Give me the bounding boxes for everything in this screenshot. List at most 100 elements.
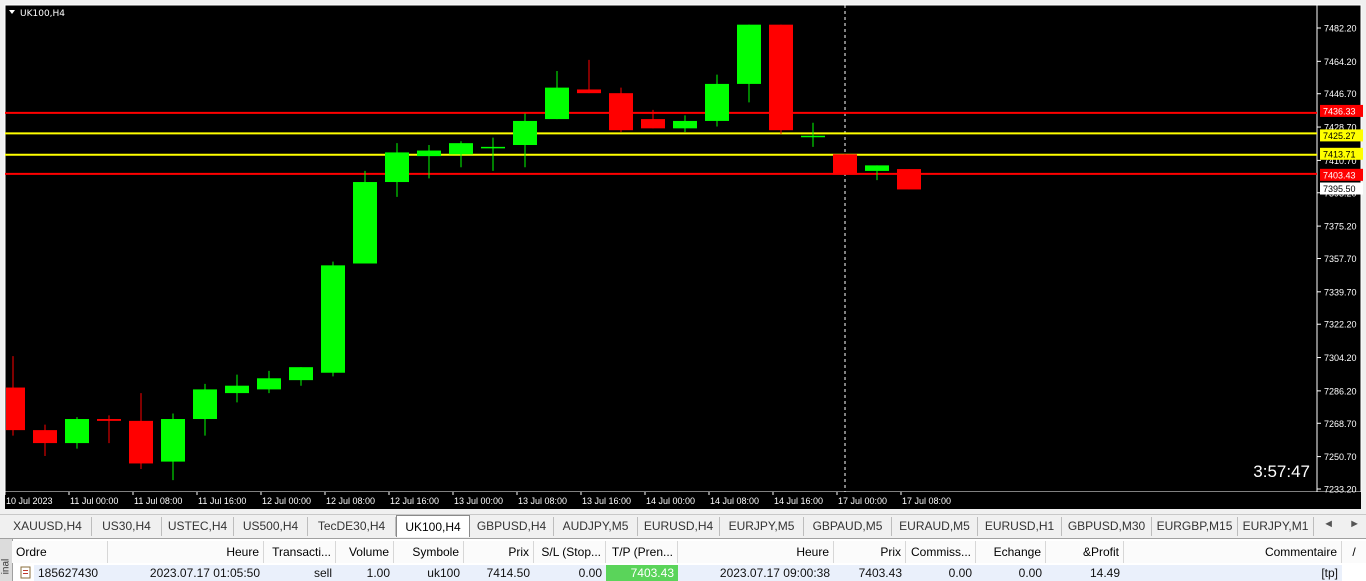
- order-document-icon: [20, 566, 31, 579]
- price-tick-label: 7233.20: [1324, 485, 1357, 495]
- column-header[interactable]: Transacti...: [264, 541, 336, 563]
- level-price-label: 7436.33: [1323, 106, 1356, 116]
- column-header[interactable]: Echange: [976, 541, 1046, 563]
- level-price-label: 7403.43: [1323, 170, 1356, 180]
- chart-symbol-title: UK100,H4: [20, 9, 65, 19]
- order-row-cell[interactable]: sell: [264, 565, 336, 581]
- chart-tab[interactable]: XAUUSD,H4: [4, 517, 92, 536]
- chart-tab[interactable]: US30,H4: [92, 517, 162, 536]
- candle-body: [801, 135, 825, 138]
- chart-tab[interactable]: US500,H4: [234, 517, 308, 536]
- candle-body: [865, 165, 889, 171]
- column-header[interactable]: Volume: [336, 541, 394, 563]
- order-row-cell[interactable]: 1.00: [336, 565, 394, 581]
- time-tick-label: 14 Jul 00:00: [646, 496, 695, 506]
- column-header[interactable]: Heure: [108, 541, 264, 563]
- candle-body: [609, 93, 633, 131]
- candle-body: [673, 120, 697, 129]
- order-row-cell[interactable]: 7403.43: [834, 565, 906, 581]
- column-header[interactable]: Commentaire: [1124, 541, 1342, 563]
- column-header[interactable]: Ordre: [12, 541, 108, 563]
- order-row-cell[interactable]: 0.00: [976, 565, 1046, 581]
- candle-body: [65, 419, 89, 444]
- chart-tab[interactable]: EURJPY,M5: [720, 517, 804, 536]
- candle-body: [417, 150, 441, 157]
- time-tick-label: 11 Jul 16:00: [198, 496, 246, 506]
- column-header[interactable]: Heure: [678, 541, 834, 563]
- sort-indicator: /: [1342, 541, 1366, 563]
- time-tick-label: 14 Jul 16:00: [774, 496, 823, 506]
- order-row-cell[interactable]: 0.00: [534, 565, 606, 581]
- column-header[interactable]: Commiss...: [906, 541, 976, 563]
- chart-tab[interactable]: GBPUSD,H4: [470, 517, 554, 536]
- candle-body: [449, 143, 473, 155]
- candle-body: [289, 367, 313, 381]
- candle-timer: 3:57:47: [1253, 462, 1310, 481]
- order-row-cell[interactable]: uk100: [394, 565, 464, 581]
- chart-tab[interactable]: EURJPY,M1: [1238, 517, 1314, 536]
- price-tick-label: 7464.20: [1324, 57, 1357, 67]
- order-row-cell[interactable]: 2023.07.17 01:05:50: [108, 565, 264, 581]
- candle-body: [225, 385, 249, 394]
- chart-tab[interactable]: GBPUSD,M30: [1062, 517, 1152, 536]
- price-tick-label: 7322.20: [1324, 320, 1357, 330]
- price-tick-label: 7250.70: [1324, 452, 1357, 462]
- terminal-side-label: inal: [0, 558, 12, 575]
- chart-tab[interactable]: UK100,H4: [396, 515, 470, 537]
- price-tick-label: 7357.70: [1324, 254, 1357, 264]
- time-tick-label: 13 Jul 00:00: [454, 496, 503, 506]
- column-header[interactable]: Prix: [464, 541, 534, 563]
- candle-body: [353, 182, 377, 264]
- price-tick-label: 7268.70: [1324, 419, 1357, 429]
- order-row-cell[interactable]: [tp]: [1124, 565, 1342, 581]
- chart-window[interactable]: UK100,H4 7482.20 7464.20 7446.70 7428.70 7410…: [0, 0, 1366, 513]
- order-row-cell[interactable]: 7414.50: [464, 565, 534, 581]
- time-tick-label: 13 Jul 16:00: [582, 496, 631, 506]
- level-price-label: 7413.71: [1323, 149, 1356, 159]
- price-tick-label: 7304.20: [1324, 353, 1357, 363]
- order-row-cell[interactable]: 185627430: [34, 565, 108, 581]
- candle-body: [897, 169, 921, 190]
- order-row-cell[interactable]: 2023.07.17 09:00:38: [678, 565, 834, 581]
- candle-body: [737, 24, 761, 84]
- price-tick-label: 7339.70: [1324, 287, 1357, 297]
- candle-body: [513, 120, 537, 146]
- time-tick-label: 17 Jul 00:00: [838, 496, 887, 506]
- time-tick-label: 13 Jul 08:00: [518, 496, 567, 506]
- candle-body: [833, 154, 857, 175]
- chart-tab[interactable]: GBPAUD,M5: [804, 517, 892, 536]
- order-row-cell[interactable]: 7403.43: [606, 565, 678, 581]
- candle-body: [769, 24, 793, 131]
- candle-body: [257, 378, 281, 390]
- candle-body: [97, 419, 121, 421]
- column-header[interactable]: &Profit: [1046, 541, 1124, 563]
- column-header[interactable]: T/P (Pren...: [606, 541, 678, 563]
- price-tick-label: 7446.70: [1324, 89, 1357, 99]
- column-header[interactable]: S/L (Stop...: [534, 541, 606, 563]
- time-tick-label: 10 Jul 2023: [6, 496, 53, 506]
- chart-tab[interactable]: USTEC,H4: [162, 517, 234, 536]
- price-tick-label: 7375.20: [1324, 222, 1357, 232]
- chart-tab[interactable]: TecDE30,H4: [308, 517, 396, 536]
- tab-scroll-left-icon[interactable]: ◄: [1323, 518, 1334, 530]
- candle-body: [481, 146, 505, 149]
- candle-body: [193, 389, 217, 420]
- candle-body: [33, 430, 57, 444]
- candle-body: [161, 419, 185, 462]
- candle-body: [321, 265, 345, 373]
- candle-body: [129, 420, 153, 464]
- chart-tab[interactable]: AUDJPY,M5: [554, 517, 638, 536]
- candle-body: [545, 87, 569, 120]
- column-header[interactable]: Symbole: [394, 541, 464, 563]
- chart-tab[interactable]: EURUSD,H1: [978, 517, 1062, 536]
- tab-scroll-right-icon[interactable]: ►: [1349, 518, 1360, 530]
- chart-tab[interactable]: EURGBP,M15: [1152, 517, 1238, 536]
- column-header[interactable]: Prix: [834, 541, 906, 563]
- chart-tab[interactable]: EURAUD,M5: [892, 517, 978, 536]
- price-chart[interactable]: UK100,H47482.207464.207446.707428.707410…: [0, 0, 1366, 513]
- terminal-panel: inal Ordre Heure Transacti... Volume Symbole…: [0, 538, 1366, 581]
- order-row-cell[interactable]: 0.00: [906, 565, 976, 581]
- candle-body: [641, 119, 665, 129]
- order-row-cell[interactable]: 14.49: [1046, 565, 1124, 581]
- chart-tab[interactable]: EURUSD,H4: [638, 517, 720, 536]
